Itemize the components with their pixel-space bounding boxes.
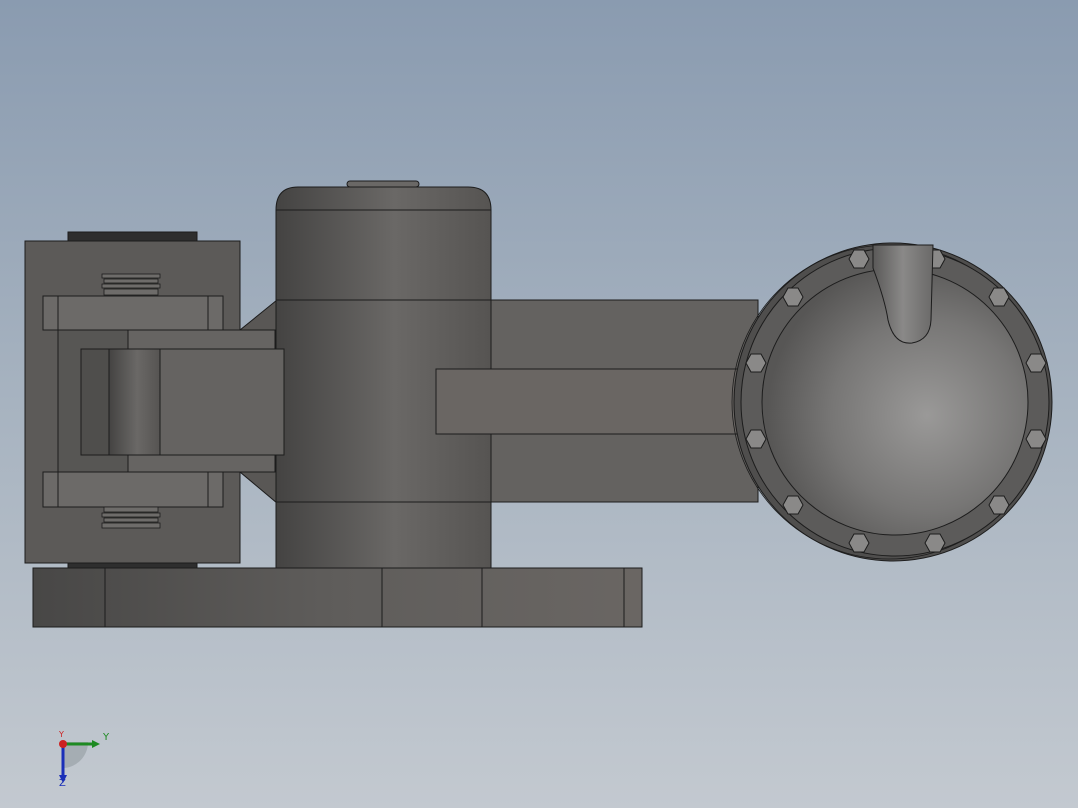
- bolt-icon: [924, 533, 946, 553]
- model-view[interactable]: [0, 0, 1078, 808]
- bolt-icon: [988, 495, 1010, 515]
- bolt-icon: [848, 249, 870, 269]
- base-plate[interactable]: [32, 567, 643, 628]
- bolt-icon: [745, 429, 767, 449]
- bolt-icon: [988, 287, 1010, 307]
- slider-bar[interactable]: [435, 368, 759, 435]
- triad-x-label: Y: [103, 732, 110, 743]
- clevis-block[interactable]: [80, 348, 285, 456]
- bolt-icon: [1025, 429, 1047, 449]
- bolt-icon: [848, 533, 870, 553]
- triad-y-label: Y: [59, 730, 64, 739]
- bolt-icon: [782, 495, 804, 515]
- bolt-icon: [782, 287, 804, 307]
- triad-z-label: Z: [59, 778, 66, 789]
- graphics-viewport[interactable]: Y Y Z: [0, 0, 1078, 808]
- bolt-icon: [1025, 353, 1047, 373]
- bolt-icon: [745, 353, 767, 373]
- coordinate-triad: Y Y Z: [48, 728, 118, 792]
